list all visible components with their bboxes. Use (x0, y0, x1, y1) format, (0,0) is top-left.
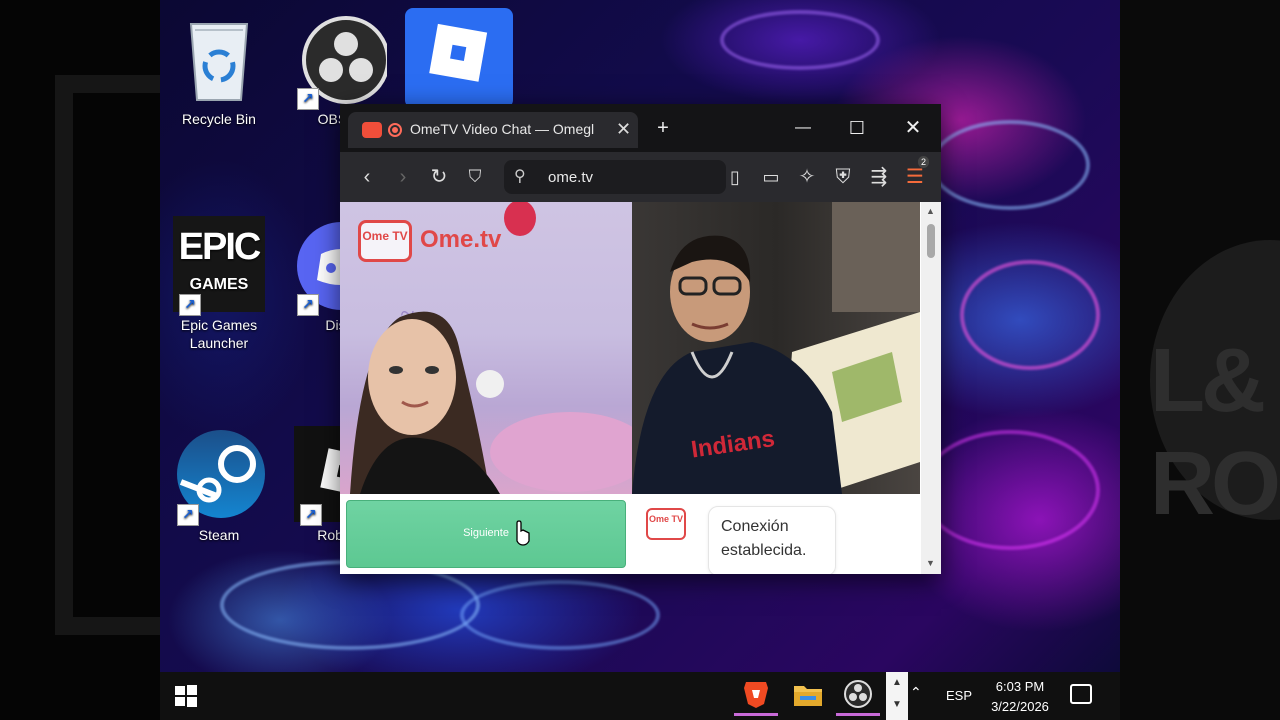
shortcut-arrow-icon: ↗ (297, 294, 319, 316)
ometv-favicon-icon (362, 122, 382, 138)
stranger-camera-video: Indians (632, 202, 920, 494)
taskbar-scroll-widget[interactable]: ▲ ▼ (886, 672, 908, 720)
obs-icon (844, 680, 872, 708)
menu-icon[interactable]: ☰ 2 (902, 156, 930, 190)
desktop-icon-steam[interactable]: ↗ Steam (164, 426, 274, 544)
leo-ai-icon[interactable]: ✧ (794, 164, 820, 190)
scroll-down-icon[interactable]: ▼ (926, 558, 935, 568)
next-button[interactable]: Siguiente (346, 500, 626, 568)
scroll-up-icon[interactable]: ▲ (926, 206, 935, 216)
url-text: ome.tv (548, 169, 594, 186)
reload-icon[interactable]: ↻ (426, 164, 452, 190)
recording-indicator-icon (388, 123, 402, 137)
steam-icon: ↗ (171, 426, 267, 526)
page-scrollbar[interactable]: ▲ ▼ (921, 202, 941, 574)
desktop-icon-epic-games[interactable]: EPIC GAMES ↗ Epic Games Launcher (164, 216, 274, 352)
epic-logo-subtext: GAMES (189, 276, 249, 293)
clock-date: 3/22/2026 (991, 699, 1049, 714)
taskbar-clock[interactable]: 6:03 PM 3/22/2026 (980, 677, 1060, 717)
chat-message-bubble: Conexión establecida. (708, 506, 836, 574)
menu-badge: 2 (918, 156, 930, 168)
shortcut-arrow-icon: ↗ (179, 294, 201, 316)
shortcut-arrow-icon: ↗ (297, 88, 319, 110)
chat-ometv-icon: Ome TV (646, 508, 686, 540)
ometv-logo-text: Ome.tv (420, 226, 502, 253)
tab-ometv[interactable]: OmeTV Video Chat — Omegl ✕ (348, 112, 638, 148)
site-info-icon[interactable]: ⚲ (514, 166, 526, 186)
language-indicator[interactable]: ESP (946, 688, 972, 703)
address-bar[interactable]: ⚲ ome.tv (504, 160, 726, 194)
minimize-button[interactable]: — (788, 114, 818, 142)
ometv-logo: Ome TV Ome.tv (358, 216, 538, 266)
browser-window: OmeTV Video Chat — Omegl ✕ + — ☐ ✕ ‹ › ↻… (340, 104, 941, 574)
folder-icon (794, 686, 822, 706)
obs-icon: ↗ (291, 10, 390, 110)
back-icon[interactable]: ‹ (354, 164, 380, 190)
notifications-icon[interactable] (1070, 684, 1092, 704)
taskbar-brave-button[interactable] (734, 676, 778, 716)
new-tab-button[interactable]: + (648, 114, 678, 142)
desktop-icon-recycle-bin[interactable]: Recycle Bin (164, 10, 274, 128)
tab-title: OmeTV Video Chat — Omegl (410, 121, 595, 137)
next-button-label: Siguiente (463, 527, 509, 539)
desktop-icon-label: Epic Games Launcher (180, 317, 258, 351)
taskbar-file-explorer-button[interactable] (786, 676, 830, 716)
desktop-icon-label: Recycle Bin (182, 111, 256, 127)
tab-close-icon[interactable]: ✕ (616, 119, 631, 140)
maximize-button[interactable]: ☐ (842, 114, 872, 142)
background-logo: L&RO& (1150, 240, 1280, 534)
recycle-bin-icon (171, 10, 267, 106)
chat-panel: Ome TV Conexión establecida. (632, 494, 920, 574)
left-letterbox (0, 0, 195, 720)
close-window-button[interactable]: ✕ (898, 114, 928, 142)
windows-start-icon[interactable] (174, 684, 198, 708)
scroll-thumb[interactable] (927, 224, 935, 258)
shortcut-arrow-icon: ↗ (177, 504, 199, 526)
sidebar-toggle-icon[interactable]: ▯ (722, 164, 748, 190)
clock-time: 6:03 PM (995, 679, 1045, 694)
epic-logo-text: EPIC (178, 226, 262, 268)
extension-icon[interactable]: ⇶ (866, 164, 892, 190)
bookmark-icon[interactable]: ⛉ (462, 164, 488, 190)
desktop-icon-roblox-studio[interactable] (404, 8, 514, 108)
right-letterbox: L&RO& (1120, 0, 1280, 720)
epic-games-icon: EPIC GAMES ↗ (173, 216, 265, 316)
forward-icon[interactable]: › (390, 164, 416, 190)
brave-icon (744, 682, 768, 708)
taskbar: ▲ ▼ ⌃ ESP 6:03 PM 3/22/2026 (160, 672, 1120, 720)
page-viewport: ~ Ome TV Ome.tv Indians Siguiente Ome TV… (340, 202, 941, 574)
browser-toolbar: ‹ › ↻ ⛉ ⚲ ome.tv ▯ ▭ ✧ ⛨ ⇶ ☰ 2 (340, 152, 941, 202)
screen: L&RO& Recycle Bin (0, 0, 1280, 720)
roblox-studio-icon (405, 8, 513, 108)
brave-shields-icon[interactable]: ⛨ (830, 164, 856, 190)
taskbar-obs-button[interactable] (836, 676, 880, 716)
desktop-icon-label: Steam (198, 527, 240, 543)
shortcut-arrow-icon: ↗ (300, 504, 322, 526)
chat-message-text: Conexión establecida. (721, 518, 807, 559)
tab-bar: OmeTV Video Chat — Omegl ✕ + — ☐ ✕ (340, 104, 941, 152)
mouse-cursor-icon (516, 520, 530, 546)
local-camera-video: ~ Ome TV Ome.tv (340, 202, 632, 494)
show-hidden-icons-chevron-icon[interactable]: ⌃ (910, 684, 922, 701)
ometv-tv-icon: Ome TV (358, 220, 412, 262)
wallet-icon[interactable]: ▭ (758, 164, 784, 190)
